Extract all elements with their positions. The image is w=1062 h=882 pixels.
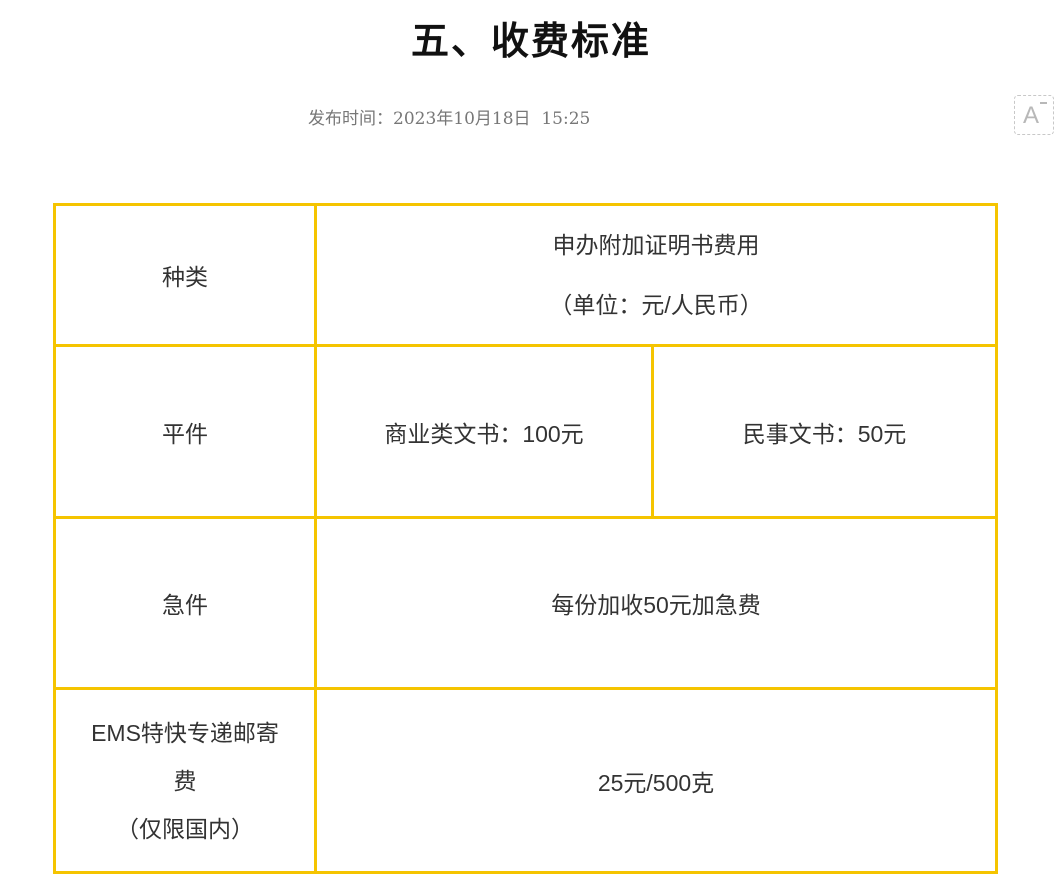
publish-time-value: 2023年10月18日 15:25	[393, 109, 591, 129]
table-row: 种类 申办附加证明书费用 （单位：元/人民币）	[53, 203, 999, 347]
urgent-label-cell: 急件	[53, 516, 317, 690]
urgent-fee-cell: 每份加收50元加急费	[313, 516, 999, 690]
fee-table: 种类 申办附加证明书费用 （单位：元/人民币） 平件 商业类文书：100元 民事…	[53, 203, 999, 874]
table-row: 急件 每份加收50元加急费	[53, 516, 999, 690]
regular-label-cell: 平件	[53, 344, 317, 519]
fee-header-title: 申办附加证明书费用	[552, 232, 760, 258]
font-size-button[interactable]: A	[1014, 95, 1054, 135]
civil-fee-cell: 民事文书：50元	[650, 344, 999, 519]
font-size-icon: A	[1023, 102, 1040, 129]
ems-label-line2: 费	[173, 767, 197, 794]
category-header-cell: 种类	[53, 203, 317, 347]
table-row: 平件 商业类文书：100元 民事文书：50元	[53, 344, 999, 519]
ems-label-line1: EMS特快专递邮寄	[91, 719, 279, 746]
commercial-fee-cell: 商业类文书：100元	[314, 344, 654, 519]
publish-time-label: 发布时间：	[308, 109, 393, 129]
page-title: 五、收费标准	[410, 18, 651, 63]
ems-fee-cell: 25元/500克	[313, 687, 999, 874]
fee-header-cell: 申办附加证明书费用 （单位：元/人民币）	[313, 203, 999, 347]
publish-time: 发布时间：2023年10月18日 15:25	[308, 104, 590, 129]
fee-header-unit: （单位：元/人民币）	[549, 292, 763, 318]
ems-label-cell: EMS特快专递邮寄 费 （仅限国内）	[53, 687, 317, 874]
ems-label-line3: （仅限国内）	[116, 815, 254, 842]
table-row: EMS特快专递邮寄 费 （仅限国内） 25元/500克	[53, 687, 999, 874]
minus-icon	[1040, 102, 1047, 104]
